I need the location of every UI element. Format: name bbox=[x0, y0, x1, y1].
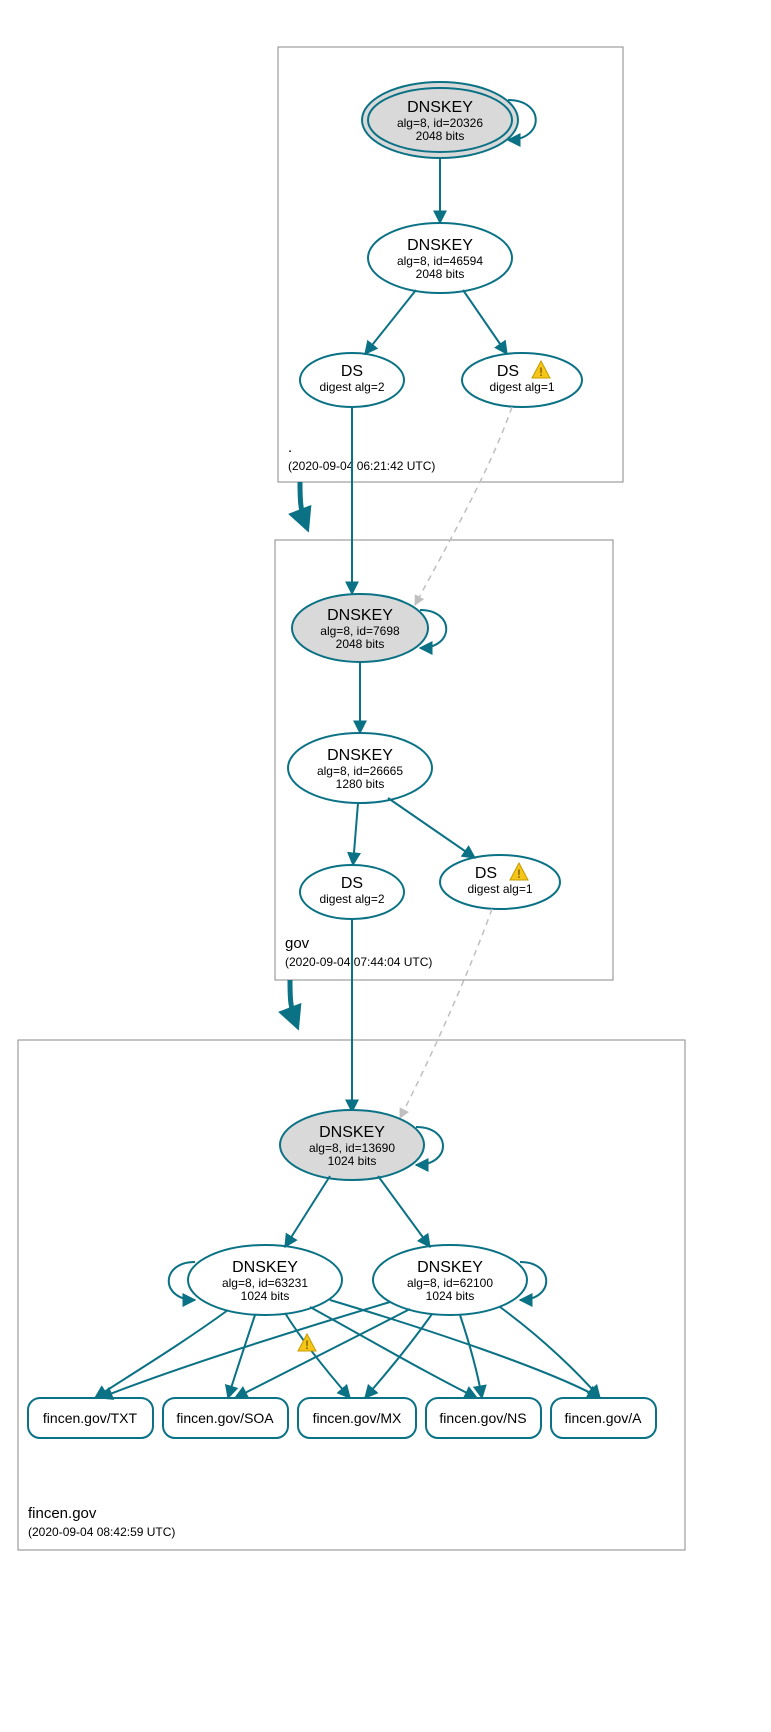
delegation-gov-leaf bbox=[290, 980, 297, 1026]
svg-text:fincen.gov/SOA: fincen.gov/SOA bbox=[176, 1410, 274, 1426]
node-leaf-zsk1: DNSKEY alg=8, id=63231 1024 bits bbox=[188, 1245, 342, 1315]
svg-text:1024 bits: 1024 bits bbox=[426, 1289, 475, 1303]
svg-text:DS: DS bbox=[341, 875, 363, 892]
svg-text:alg=8, id=63231: alg=8, id=63231 bbox=[222, 1276, 308, 1290]
svg-text:DNSKEY: DNSKEY bbox=[407, 99, 473, 116]
edge-zsk2-a bbox=[500, 1307, 600, 1398]
edge-leafksk-zsk1 bbox=[285, 1176, 330, 1247]
svg-text:2048 bits: 2048 bits bbox=[416, 129, 465, 143]
node-rr-ns: fincen.gov/NS bbox=[426, 1398, 541, 1438]
svg-text:DNSKEY: DNSKEY bbox=[232, 1259, 298, 1276]
svg-text:DNSKEY: DNSKEY bbox=[319, 1124, 385, 1141]
svg-text:DNSKEY: DNSKEY bbox=[327, 607, 393, 624]
zone-root-time: (2020-09-04 06:21:42 UTC) bbox=[288, 459, 435, 473]
svg-text:alg=8, id=20326: alg=8, id=20326 bbox=[397, 116, 483, 130]
node-root-ksk: DNSKEY alg=8, id=20326 2048 bits bbox=[362, 82, 518, 158]
node-rr-a: fincen.gov/A bbox=[551, 1398, 656, 1438]
node-gov-ds2: DS digest alg=2 bbox=[300, 865, 404, 919]
edge-zsk2-txt bbox=[100, 1302, 390, 1398]
edge-rootzsk-ds2 bbox=[365, 290, 416, 354]
edge-govzsk-ds2 bbox=[353, 803, 358, 865]
edge-zsk2-ns bbox=[460, 1315, 482, 1398]
svg-text:DS: DS bbox=[475, 865, 497, 882]
zone-leaf-label: fincen.gov bbox=[28, 1505, 97, 1522]
svg-text:digest alg=1: digest alg=1 bbox=[489, 380, 554, 394]
edge-rootzsk-ds1 bbox=[463, 290, 507, 354]
edge-govzsk-ds1 bbox=[388, 798, 475, 858]
svg-text:digest alg=1: digest alg=1 bbox=[467, 882, 532, 896]
svg-text:digest alg=2: digest alg=2 bbox=[319, 380, 384, 394]
node-rr-txt: fincen.gov/TXT bbox=[28, 1398, 153, 1438]
svg-text:DS: DS bbox=[341, 363, 363, 380]
zone-root-label: . bbox=[288, 439, 292, 456]
delegation-root-gov bbox=[300, 482, 307, 528]
svg-text:fincen.gov/A: fincen.gov/A bbox=[564, 1410, 642, 1426]
svg-text:1024 bits: 1024 bits bbox=[328, 1154, 377, 1168]
svg-text:alg=8, id=7698: alg=8, id=7698 bbox=[320, 624, 400, 638]
node-gov-ds1: DS digest alg=1 ! bbox=[440, 855, 560, 909]
svg-text:2048 bits: 2048 bits bbox=[336, 637, 385, 651]
svg-text:DS: DS bbox=[497, 363, 519, 380]
svg-text:alg=8, id=26665: alg=8, id=26665 bbox=[317, 764, 403, 778]
node-leaf-ksk: DNSKEY alg=8, id=13690 1024 bits bbox=[280, 1110, 424, 1180]
node-gov-ksk: DNSKEY alg=8, id=7698 2048 bits bbox=[292, 594, 428, 662]
edge-zsk1-soa bbox=[228, 1315, 255, 1398]
node-leaf-zsk2: DNSKEY alg=8, id=62100 1024 bits bbox=[373, 1245, 527, 1315]
edge-ds1-govksk bbox=[415, 407, 512, 605]
svg-text:fincen.gov/TXT: fincen.gov/TXT bbox=[43, 1410, 138, 1426]
svg-text:DNSKEY: DNSKEY bbox=[417, 1259, 483, 1276]
node-root-ds2: DS digest alg=2 bbox=[300, 353, 404, 407]
svg-text:alg=8, id=62100: alg=8, id=62100 bbox=[407, 1276, 493, 1290]
node-root-ds1: DS digest alg=1 ! bbox=[462, 353, 582, 407]
svg-text:DNSKEY: DNSKEY bbox=[407, 237, 473, 254]
svg-text:2048 bits: 2048 bits bbox=[416, 267, 465, 281]
svg-text:1280 bits: 1280 bits bbox=[336, 777, 385, 791]
zone-leaf-time: (2020-09-04 08:42:59 UTC) bbox=[28, 1525, 175, 1539]
svg-text:!: ! bbox=[539, 365, 543, 379]
dnssec-graph: . (2020-09-04 06:21:42 UTC) DNSKEY alg=8… bbox=[0, 0, 771, 1732]
svg-text:!: ! bbox=[305, 1338, 309, 1352]
zone-gov-label: gov bbox=[285, 935, 310, 952]
node-gov-zsk: DNSKEY alg=8, id=26665 1280 bits bbox=[288, 733, 432, 803]
edge-zsk1-txt bbox=[95, 1310, 228, 1398]
svg-text:1024 bits: 1024 bits bbox=[241, 1289, 290, 1303]
svg-text:alg=8, id=46594: alg=8, id=46594 bbox=[397, 254, 483, 268]
edge-leafksk-zsk2 bbox=[378, 1176, 430, 1247]
svg-text:digest alg=2: digest alg=2 bbox=[319, 892, 384, 906]
svg-text:fincen.gov/MX: fincen.gov/MX bbox=[313, 1410, 402, 1426]
node-rr-mx: fincen.gov/MX bbox=[298, 1398, 416, 1438]
edge-zsk1-ns bbox=[310, 1307, 477, 1398]
node-root-zsk: DNSKEY alg=8, id=46594 2048 bits bbox=[368, 223, 512, 293]
zone-gov-time: (2020-09-04 07:44:04 UTC) bbox=[285, 955, 432, 969]
svg-text:alg=8, id=13690: alg=8, id=13690 bbox=[309, 1141, 395, 1155]
svg-text:DNSKEY: DNSKEY bbox=[327, 747, 393, 764]
node-rr-soa: fincen.gov/SOA bbox=[163, 1398, 288, 1438]
svg-text:!: ! bbox=[517, 867, 521, 881]
svg-text:fincen.gov/NS: fincen.gov/NS bbox=[439, 1410, 526, 1426]
edge-govds1-leafksk bbox=[400, 909, 492, 1118]
